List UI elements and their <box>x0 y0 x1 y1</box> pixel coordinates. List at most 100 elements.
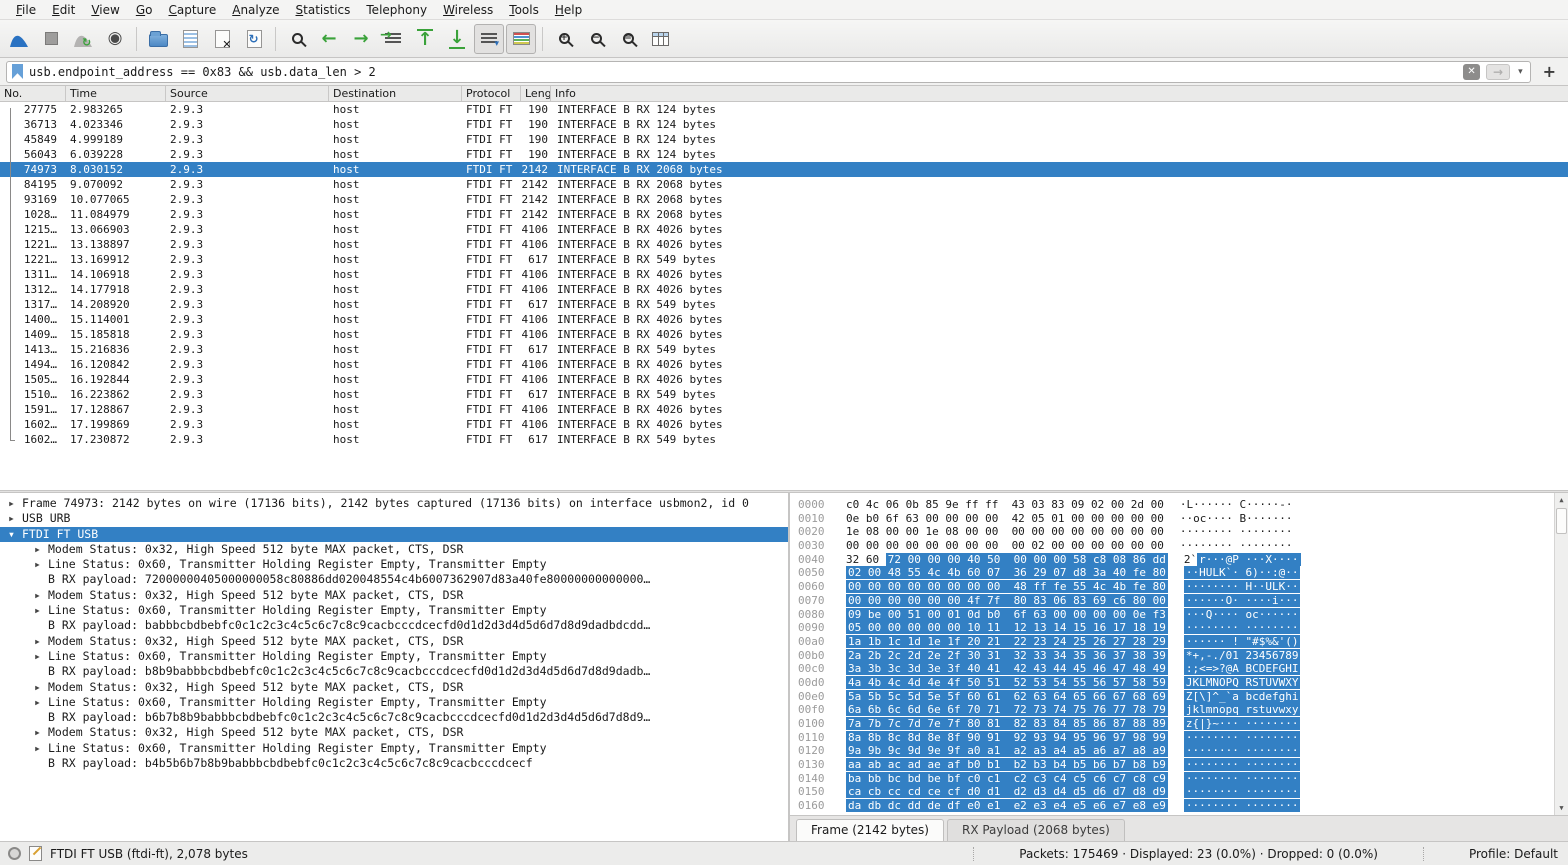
capture-comment-icon[interactable] <box>29 846 42 861</box>
column-header-info[interactable]: Info <box>551 86 1568 101</box>
hex-row[interactable]: 0000 c0 4c 06 0b 85 9e ff ff 43 03 83 09 … <box>798 498 1552 512</box>
hex-row[interactable]: 0110 8a 8b 8c 8d 8e 8f 90 91 92 93 94 95 … <box>798 730 1552 745</box>
display-filter-input[interactable]: usb.endpoint_address == 0x83 && usb.data… <box>6 60 1531 83</box>
hex-row[interactable]: 0040 32 60 72 00 00 00 40 50 00 00 00 58 … <box>798 552 1552 567</box>
column-header-destination[interactable]: Destination <box>329 86 462 101</box>
packet-row[interactable]: 1221… 13.169912 2.9.3 host FTDI FT 617 INTERFA… <box>0 252 1568 267</box>
hex-row[interactable]: 0160 da db dc dd de df e0 e1 e2 e3 e4 e5 … <box>798 799 1552 813</box>
packet-row[interactable]: 93169 10.077065 2.9.3 host FTDI FT 2142 INTERF… <box>0 192 1568 207</box>
detail-line[interactable]: ▾ FTDI FT USB <box>0 526 788 542</box>
expander-expanded-icon[interactable]: ▾ <box>8 527 22 542</box>
column-header-source[interactable]: Source <box>166 86 329 101</box>
go-back-button[interactable]: ← <box>314 24 344 54</box>
column-header-length[interactable]: Length <box>521 86 551 101</box>
detail-line[interactable]: ▸ Line Status: 0x60, Transmitter Holding … <box>0 649 788 664</box>
expander-collapsed-icon[interactable]: ▸ <box>34 725 48 740</box>
expander-collapsed-icon[interactable]: ▸ <box>8 496 22 511</box>
packet-row[interactable]: 1602… 17.199869 2.9.3 host FTDI FT 4106 INTERF… <box>0 417 1568 432</box>
hex-row[interactable]: 0010 0e b0 6f 63 00 00 00 00 42 05 01 00 … <box>798 512 1552 526</box>
menu-capture[interactable]: Capture <box>160 2 224 18</box>
scrollbar-thumb[interactable] <box>1556 508 1567 534</box>
menu-view[interactable]: View <box>83 2 127 18</box>
menu-edit[interactable]: Edit <box>44 2 83 18</box>
column-header-time[interactable]: Time <box>66 86 166 101</box>
hex-row[interactable]: 0030 00 00 00 00 00 00 00 00 00 02 00 00 … <box>798 539 1552 553</box>
go-first-packet-button[interactable]: ↑ <box>410 24 440 54</box>
status-profile[interactable]: Profile: Default <box>1469 847 1560 861</box>
expander-collapsed-icon[interactable]: ▸ <box>34 542 48 557</box>
hex-row[interactable]: 0100 7a 7b 7c 7d 7e 7f 80 81 82 83 84 85 … <box>798 717 1552 731</box>
apply-filter-button[interactable]: → <box>1486 63 1511 80</box>
packet-row[interactable]: 1400… 15.114001 2.9.3 host FTDI FT 4106 INTERF… <box>0 312 1568 327</box>
detail-line[interactable]: B RX payload: babbbcbdbebfc0c1c2c3c4c5c6… <box>0 618 788 633</box>
resize-columns-button[interactable] <box>645 24 675 54</box>
filter-dropdown-icon[interactable]: ▾ <box>1516 67 1525 77</box>
expander-collapsed-icon[interactable]: ▸ <box>8 511 22 526</box>
go-to-packet-button[interactable]: → <box>378 24 408 54</box>
filter-bookmark-icon[interactable] <box>12 64 23 79</box>
detail-line[interactable]: ▸ Modem Status: 0x32, High Speed 512 byte… <box>0 588 788 603</box>
packet-row[interactable]: 45849 4.999189 2.9.3 host FTDI FT 190 INTERFAC… <box>0 132 1568 147</box>
hex-row[interactable]: 0150 ca cb cc cd ce cf d0 d1 d2 d3 d4 d5 … <box>798 785 1552 799</box>
packet-row[interactable]: 1317… 14.208920 2.9.3 host FTDI FT 617 INTERFA… <box>0 297 1568 312</box>
hex-row[interactable]: 0120 9a 9b 9c 9d 9e 9f a0 a1 a2 a3 a4 a5 … <box>798 744 1552 758</box>
detail-line[interactable]: ▸ Modem Status: 0x32, High Speed 512 byte… <box>0 680 788 695</box>
zoom-in-button[interactable]: + <box>549 24 579 54</box>
hex-row[interactable]: 0050 02 00 48 55 4c 4b 60 07 36 29 07 d8 … <box>798 566 1552 580</box>
hex-row[interactable]: 00d0 4a 4b 4c 4d 4e 4f 50 51 52 53 54 55 … <box>798 675 1552 690</box>
packet-row[interactable]: 56043 6.039228 2.9.3 host FTDI FT 190 INTERFAC… <box>0 147 1568 162</box>
hex-row[interactable]: 00c0 3a 3b 3c 3d 3e 3f 40 41 42 43 44 45 … <box>798 662 1552 676</box>
clear-filter-button[interactable]: ✕ <box>1463 63 1481 80</box>
expander-collapsed-icon[interactable]: ▸ <box>34 695 48 710</box>
hex-row[interactable]: 0070 00 00 00 00 00 00 4f 7f 80 83 06 83 … <box>798 593 1552 608</box>
packet-row[interactable]: 1602… 17.230872 2.9.3 host FTDI FT 617 INTERFA… <box>0 432 1568 447</box>
detail-line[interactable]: ▸ Line Status: 0x60, Transmitter Holding … <box>0 741 788 756</box>
detail-line[interactable]: ▸ Modem Status: 0x32, High Speed 512 byte… <box>0 542 788 557</box>
hex-row[interactable]: 0090 05 00 00 00 00 00 10 11 12 13 14 15 … <box>798 621 1552 635</box>
column-header-protocol[interactable]: Protocol <box>462 86 521 101</box>
zoom-out-button[interactable]: − <box>581 24 611 54</box>
packet-row[interactable]: 74973 8.030152 2.9.3 host FTDI FT 2142 INTERFA… <box>0 162 1568 177</box>
packet-row[interactable]: 84195 9.070092 2.9.3 host FTDI FT 2142 INTERFA… <box>0 177 1568 192</box>
hex-scrollbar[interactable]: ▲ ▼ <box>1554 493 1568 815</box>
scroll-down-arrow[interactable]: ▼ <box>1555 801 1568 815</box>
expander-collapsed-icon[interactable]: ▸ <box>34 680 48 695</box>
column-header-no[interactable]: No. <box>0 86 66 101</box>
packet-row[interactable]: 1312… 14.177918 2.9.3 host FTDI FT 4106 INTERF… <box>0 282 1568 297</box>
menu-wireless[interactable]: Wireless <box>435 2 501 18</box>
detail-line[interactable]: ▸ Modem Status: 0x32, High Speed 512 byte… <box>0 634 788 649</box>
go-forward-button[interactable]: → <box>346 24 376 54</box>
packet-row[interactable]: 1409… 15.185818 2.9.3 host FTDI FT 4106 INTERF… <box>0 327 1568 342</box>
packet-row[interactable]: 1028… 11.084979 2.9.3 host FTDI FT 2142 INTERF… <box>0 207 1568 222</box>
tab-frame[interactable]: Frame (2142 bytes) <box>796 819 944 841</box>
expander-collapsed-icon[interactable]: ▸ <box>34 634 48 649</box>
detail-line[interactable]: ▸ USB URB <box>0 511 788 526</box>
packet-row[interactable]: 36713 4.023346 2.9.3 host FTDI FT 190 INTERFAC… <box>0 117 1568 132</box>
zoom-reset-button[interactable]: = <box>613 24 643 54</box>
packet-row[interactable]: 1221… 13.138897 2.9.3 host FTDI FT 4106 INTERF… <box>0 237 1568 252</box>
go-last-packet-button[interactable]: ↓ <box>442 24 472 54</box>
hex-row[interactable]: 00f0 6a 6b 6c 6d 6e 6f 70 71 72 73 74 75 … <box>798 703 1552 717</box>
reload-file-button[interactable]: ↻ <box>239 24 269 54</box>
expander-collapsed-icon[interactable]: ▸ <box>34 649 48 664</box>
detail-line[interactable]: ▸ Line Status: 0x60, Transmitter Holding … <box>0 695 788 710</box>
expander-collapsed-icon[interactable]: ▸ <box>34 588 48 603</box>
detail-line[interactable]: B RX payload: b8b9babbbcbdbebfc0c1c2c3c4… <box>0 664 788 679</box>
save-file-button[interactable] <box>175 24 205 54</box>
packet-row[interactable]: 1413… 15.216836 2.9.3 host FTDI FT 617 INTERFA… <box>0 342 1568 357</box>
hex-row[interactable]: 00a0 1a 1b 1c 1d 1e 1f 20 21 22 23 24 25 … <box>798 634 1552 649</box>
packet-row[interactable]: 1494… 16.120842 2.9.3 host FTDI FT 4106 INTERF… <box>0 357 1568 372</box>
menu-go[interactable]: Go <box>128 2 161 18</box>
menu-analyze[interactable]: Analyze <box>224 2 287 18</box>
packet-row[interactable]: 1510… 16.223862 2.9.3 host FTDI FT 617 INTERFA… <box>0 387 1568 402</box>
detail-line[interactable]: ▸ Line Status: 0x60, Transmitter Holding … <box>0 603 788 618</box>
detail-line[interactable]: B RX payload: 72000000405000000058c80886… <box>0 572 788 587</box>
menu-tools[interactable]: Tools <box>501 2 547 18</box>
hex-row[interactable]: 0020 1e 08 00 00 1e 08 00 00 00 00 00 00 … <box>798 525 1552 539</box>
expander-collapsed-icon[interactable]: ▸ <box>34 741 48 756</box>
detail-line[interactable]: B RX payload: b6b7b8b9babbbcbdbebfc0c1c2… <box>0 710 788 725</box>
open-file-button[interactable] <box>143 24 173 54</box>
menu-file[interactable]: File <box>8 2 44 18</box>
stop-capture-button[interactable] <box>36 24 66 54</box>
add-filter-button[interactable]: + <box>1537 62 1562 81</box>
